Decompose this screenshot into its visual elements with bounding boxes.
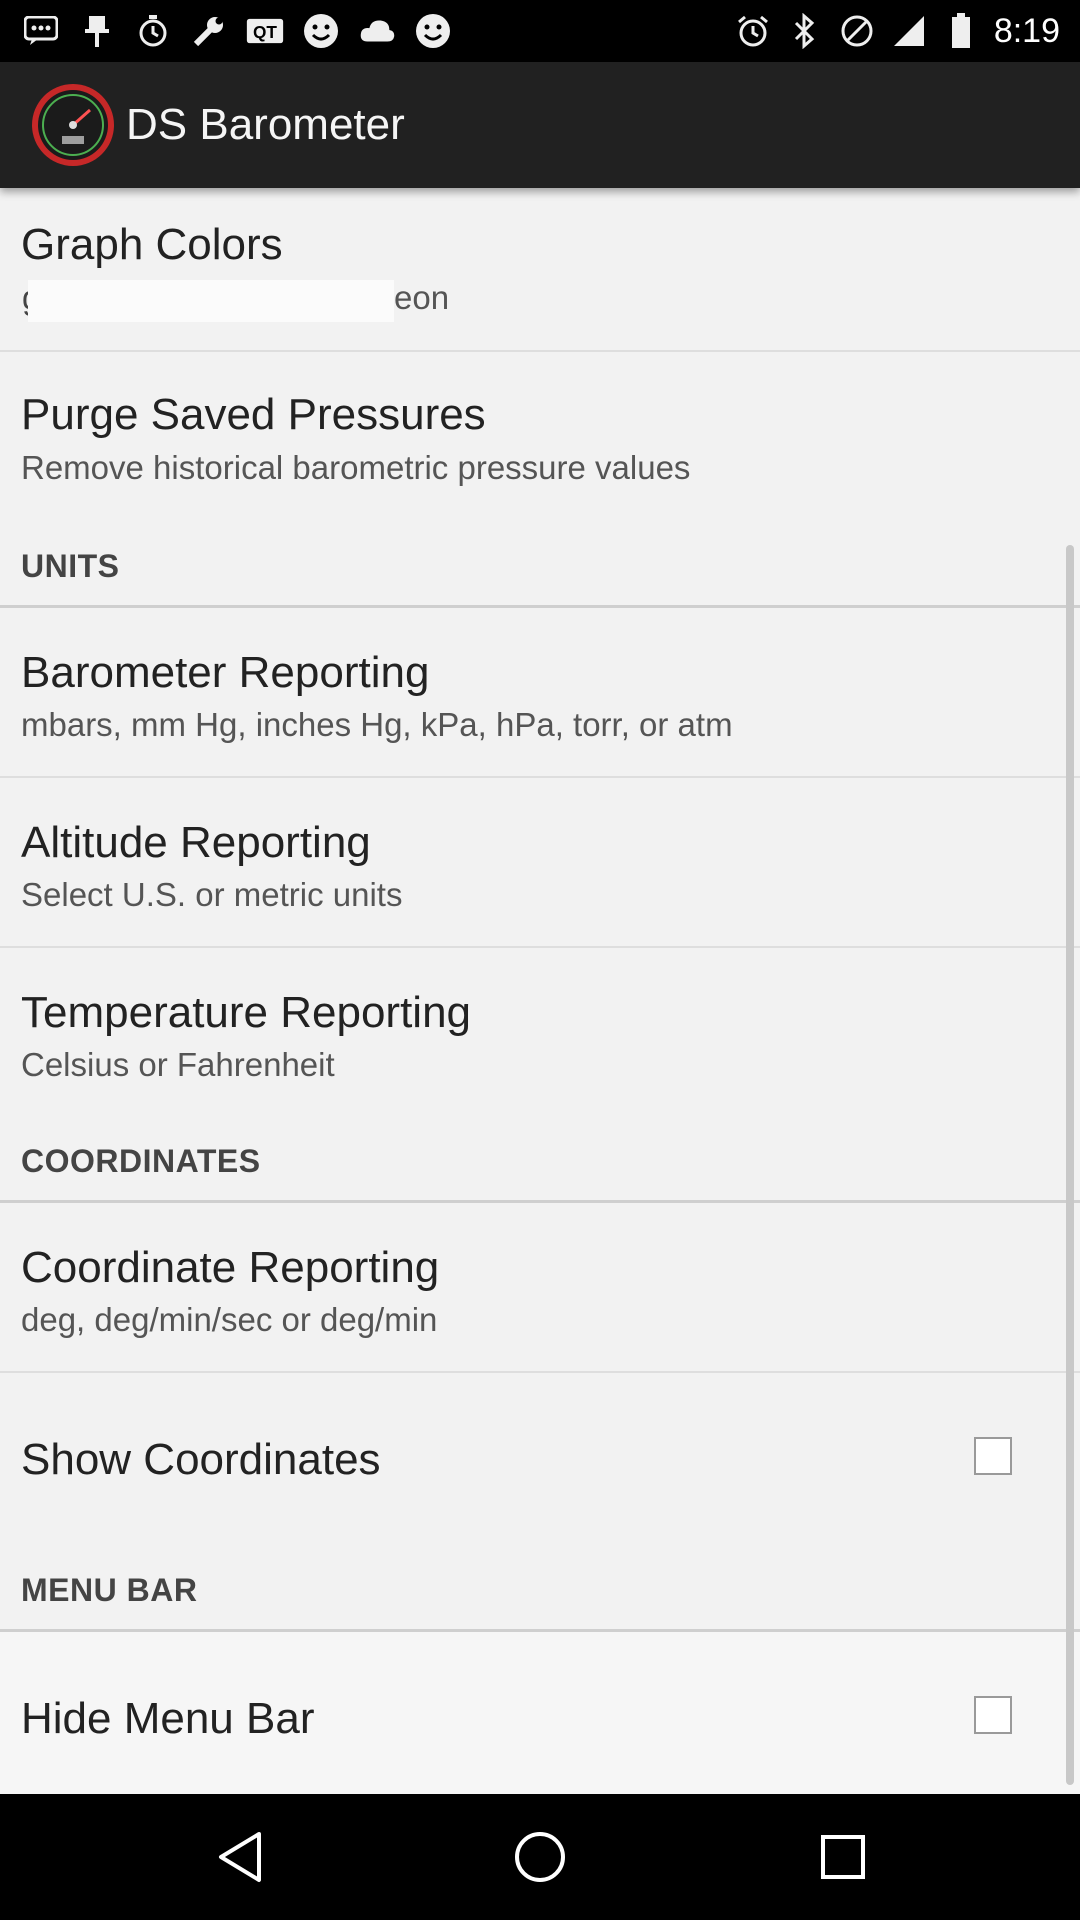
purge-saved-pressures-setting[interactable]: Purge Saved Pressures Remove historical … <box>0 352 1080 521</box>
graph-colors-setting[interactable]: Graph Colors g eon <box>0 188 1080 352</box>
app-bar: DS Barometer <box>0 62 1080 188</box>
hide-menu-bar-checkbox[interactable] <box>974 1696 1012 1734</box>
altitude-reporting-setting[interactable]: Altitude Reporting Select U.S. or metric… <box>0 778 1080 948</box>
setting-summary: deg, deg/min/sec or deg/min <box>21 1301 438 1338</box>
battery-icon <box>942 12 980 50</box>
setting-summary: mbars, mm Hg, inches Hg, kPa, hPa, torr,… <box>21 706 733 743</box>
coordinates-section-header: COORDINATES <box>0 1117 1080 1203</box>
section-label: COORDINATES <box>21 1143 261 1179</box>
barometer-reporting-setting[interactable]: Barometer Reporting mbars, mm Hg, inches… <box>0 608 1080 778</box>
hide-menu-bar-setting[interactable]: Hide Menu Bar <box>0 1632 1080 1802</box>
coordinate-reporting-setting[interactable]: Coordinate Reporting deg, deg/min/sec or… <box>0 1203 1080 1373</box>
setting-title: Purge Saved Pressures <box>21 390 486 439</box>
wrench-icon <box>190 12 228 50</box>
section-label: UNITS <box>21 548 120 584</box>
back-icon[interactable] <box>205 1822 275 1892</box>
setting-summary: eon <box>394 279 450 316</box>
setting-summary: Celsius or Fahrenheit <box>21 1046 335 1083</box>
setting-summary: Select U.S. or metric units <box>21 876 403 913</box>
qt-icon: QT <box>246 12 284 50</box>
bluetooth-icon <box>786 12 824 50</box>
status-bar: QT 8:19 <box>0 0 1080 62</box>
alarm-icon <box>734 12 772 50</box>
setting-title: Show Coordinates <box>21 1435 381 1484</box>
navigation-bar <box>0 1794 1080 1920</box>
system-status: 8:19 <box>734 8 1060 54</box>
menu-bar-section-header: MENU BAR <box>0 1544 1080 1632</box>
setting-title: Hide Menu Bar <box>21 1694 315 1743</box>
pin-icon <box>78 12 116 50</box>
setting-title: Coordinate Reporting <box>21 1243 440 1292</box>
units-section-header: UNITS <box>0 521 1080 608</box>
do-not-disturb-icon <box>838 12 876 50</box>
emoji-icon <box>302 12 340 50</box>
setting-title: Graph Colors <box>21 220 283 269</box>
notification-icons: QT <box>22 8 452 54</box>
redacted-area <box>28 280 394 322</box>
scrollbar[interactable] <box>1066 545 1074 1785</box>
setting-title: Temperature Reporting <box>21 988 472 1037</box>
setting-title: Altitude Reporting <box>21 818 371 867</box>
emoji-icon <box>414 12 452 50</box>
setting-title: Barometer Reporting <box>21 648 430 697</box>
barometer-gauge-icon <box>32 84 114 166</box>
temperature-reporting-setting[interactable]: Temperature Reporting Celsius or Fahrenh… <box>0 948 1080 1117</box>
home-icon[interactable] <box>505 1822 575 1892</box>
alarm-icon <box>134 12 172 50</box>
cloud-icon <box>358 12 396 50</box>
recents-icon[interactable] <box>808 1822 878 1892</box>
setting-summary: Remove historical barometric pressure va… <box>21 449 691 486</box>
messages-icon <box>22 12 60 50</box>
show-coordinates-checkbox[interactable] <box>974 1437 1012 1475</box>
qt-label: QT <box>253 22 277 42</box>
clock-time: 8:19 <box>993 11 1060 50</box>
settings-list: Graph Colors g eon Purge Saved Pressures… <box>0 188 1080 1802</box>
show-coordinates-setting[interactable]: Show Coordinates <box>0 1373 1080 1544</box>
signal-icon <box>890 12 928 50</box>
app-title: DS Barometer <box>126 100 405 149</box>
section-label: MENU BAR <box>21 1572 198 1608</box>
